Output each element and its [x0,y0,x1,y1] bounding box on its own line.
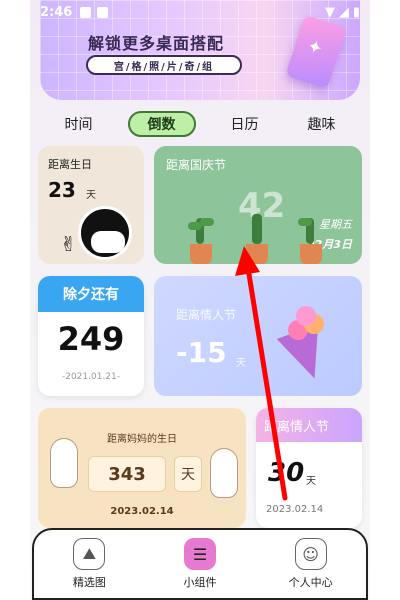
nav-profile[interactable]: ☺ 个人中心 [266,538,356,590]
widget-unit: 天 [306,476,316,487]
widget-birthday[interactable]: 距离生日 23 天 ✌ [38,146,144,264]
peace-hand-icon: ✌ [60,232,77,256]
nav-label: 精选图 [72,576,106,589]
widget-new-year-eve[interactable]: 除夕还有 249 -2021.01.21- [38,276,144,396]
notification-icon [80,6,92,18]
category-tabs: 时间 倒数 日历 趣味 [40,110,360,138]
widget-label: 距离情人节 [176,308,237,322]
nav-label: 个人中心 [288,576,333,589]
widget-date: 2023.02.14 [266,504,324,515]
widget-mom-birthday[interactable]: 距离妈妈的生日 343 天 2023.02.14 [38,408,246,528]
tab-countdown[interactable]: 倒数 [127,111,196,137]
widget-value: 23 [48,178,76,202]
widget-label: 距离情人节 [256,408,362,442]
bunny-icon [50,438,78,488]
widget-icon: ☰ [183,538,216,570]
widget-weekday: 星期五 [319,218,352,231]
banner-tagline: 宫/格/照/片/奇/组 [86,55,242,75]
nav-label: 小组件 [183,576,217,589]
widget-national-day[interactable]: 距离国庆节 42 星期五 02月3日 [154,146,362,264]
image-icon: ⛰ [73,538,106,570]
tab-fun[interactable]: 趣味 [294,111,350,137]
bottom-navigation: ⛰ 精选图 ☰ 小组件 ☺ 个人中心 [32,528,368,600]
widget-valentine-2[interactable]: 距离情人节 30 天 2023.02.14 [256,408,362,528]
nav-featured[interactable]: ⛰ 精选图 [44,538,134,590]
widget-unit: 天 [236,358,246,369]
tab-time[interactable]: 时间 [51,111,107,137]
bunny-icon-2 [210,448,238,498]
signal-icon: ◢ [338,4,349,20]
widget-value: 343 [88,456,166,492]
tab-calendar[interactable]: 日历 [217,111,273,137]
widget-value: 249 [57,320,125,358]
widget-label: 除夕还有 [38,276,144,312]
banner-title: 解锁更多桌面搭配 [88,34,225,53]
widget-date: -2021.01.21- [61,372,121,382]
status-bar: 2:46 ▼ ◢ ▮ [30,0,370,24]
flower-bouquet-icon [274,304,336,387]
widget-label: 距离生日 [48,158,92,171]
nav-widgets[interactable]: ☰ 小组件 [155,538,245,590]
notification-icon-2 [97,6,109,18]
widget-value: 30 [268,458,305,488]
widget-unit: 天 [86,190,96,201]
widget-date: 2023.02.14 [110,506,174,517]
user-icon: ☺ [294,538,327,570]
phone-screen: 解锁更多桌面搭配 宫/格/照/片/奇/组 2:46 ▼ ◢ ▮ 时间 倒数 日历… [30,0,370,600]
widget-valentine[interactable]: 距离情人节 -15 天 [154,276,362,396]
status-time: 2:46 [40,4,73,20]
status-right: ▼ ◢ ▮ [325,5,360,20]
wifi-icon: ▼ [324,4,335,20]
widget-label: 距离国庆节 [166,158,227,172]
widget-unit: 天 [174,456,202,492]
cartoon-face-icon [78,206,132,260]
battery-icon: ▮ [352,4,360,20]
widget-value: -15 [176,336,227,369]
